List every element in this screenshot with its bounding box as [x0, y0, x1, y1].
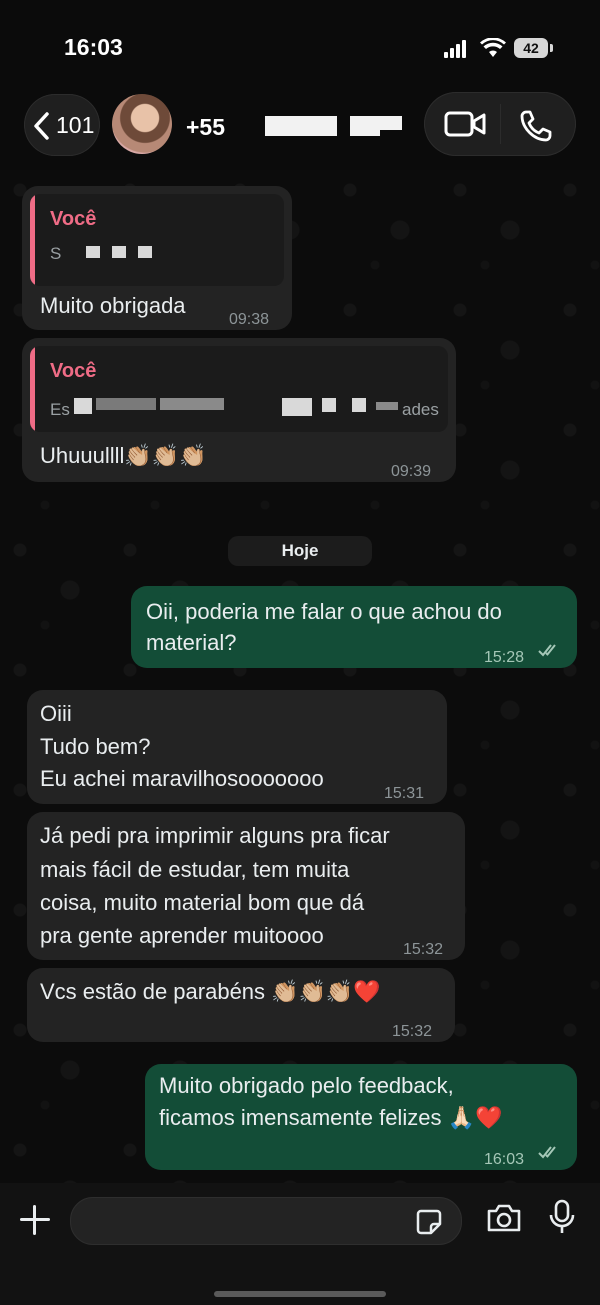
- attach-plus-icon[interactable]: [18, 1203, 52, 1237]
- read-receipt-icon: [538, 644, 556, 657]
- avatar[interactable]: [112, 94, 172, 154]
- message-time: 15:31: [384, 785, 425, 802]
- redacted-block: [138, 246, 152, 258]
- message-line: ficamos imensamente felizes 🙏🏻❤️: [159, 1105, 503, 1130]
- contact-name[interactable]: +55: [186, 114, 225, 141]
- redacted-block: [74, 398, 92, 414]
- status-bar: 16:03 42: [0, 0, 600, 95]
- redacted-block: [350, 116, 380, 136]
- message-line: Eu achei maravilhosooooooo: [40, 766, 324, 791]
- message-line: Tudo bem?: [40, 734, 151, 759]
- call-actions: [424, 92, 576, 156]
- quote-author: Você: [50, 360, 97, 382]
- message-input-container: [70, 1197, 462, 1245]
- status-time: 16:03: [64, 34, 123, 60]
- redacted-block: [282, 398, 312, 416]
- message-line: Muito obrigado pelo feedback,: [159, 1073, 454, 1098]
- video-camera-icon: [444, 111, 486, 137]
- read-receipt-icon: [538, 1146, 556, 1159]
- redacted-block: [96, 398, 156, 410]
- redacted-block: [112, 246, 126, 258]
- message-time: 15:32: [403, 941, 444, 958]
- message-bubble-incoming[interactable]: Você S Muito obrigada 09:38: [22, 186, 292, 330]
- message-time: 16:03: [484, 1151, 525, 1168]
- redacted-block: [86, 246, 100, 258]
- redacted-block: [322, 398, 336, 412]
- camera-icon[interactable]: [486, 1203, 522, 1233]
- message-time: 09:39: [391, 463, 432, 480]
- cellular-signal-icon: [444, 40, 470, 58]
- quoted-reply[interactable]: Você Es ades: [30, 346, 448, 432]
- message-text: Uhuuullll👏🏼👏🏼👏🏼: [40, 443, 207, 468]
- message-line: coisa, muito material bom que dá: [40, 890, 365, 915]
- message-bubble-incoming[interactable]: Oiii Tudo bem? Eu achei maravilhosoooooo…: [27, 690, 447, 804]
- chevron-left-icon: [34, 112, 49, 140]
- date-separator: Hoje: [228, 536, 372, 566]
- composer-bar: [0, 1183, 600, 1305]
- redacted-block: [160, 398, 224, 410]
- phone-icon: [520, 110, 552, 142]
- redacted-block: [265, 116, 337, 136]
- home-indicator: [214, 1291, 386, 1297]
- message-line: mais fácil de estudar, tem muita: [40, 857, 350, 882]
- quote-text: S: [50, 244, 62, 263]
- battery-tip: [550, 44, 553, 52]
- quote-text: Es: [50, 400, 70, 419]
- redacted-block: [352, 398, 366, 412]
- back-button[interactable]: 101: [24, 94, 100, 156]
- message-bubble-incoming[interactable]: Você Es ades Uhuuullll👏🏼👏🏼👏🏼 09:39: [22, 338, 456, 482]
- message-line: material?: [146, 630, 237, 655]
- message-time: 15:32: [392, 1023, 433, 1040]
- redacted-block: [376, 402, 398, 410]
- message-text: Muito obrigada: [40, 293, 186, 318]
- message-line: Já pedi pra imprimir alguns pra ficar: [40, 823, 390, 848]
- quote-accent-bar: [30, 194, 35, 286]
- message-bubble-outgoing[interactable]: Oii, poderia me falar o que achou do mat…: [131, 586, 577, 668]
- redacted-block: [380, 116, 402, 130]
- quote-accent-bar: [30, 346, 35, 432]
- message-line: pra gente aprender muitoooo: [40, 923, 324, 948]
- quote-text-tail: ades: [402, 400, 439, 419]
- wifi-icon: [480, 38, 506, 57]
- message-time: 15:28: [484, 649, 525, 666]
- message-text: Vcs estão de parabéns 👏🏼👏🏼👏🏼❤️: [40, 979, 381, 1004]
- quoted-reply[interactable]: Você S: [30, 194, 284, 286]
- message-bubble-outgoing[interactable]: Muito obrigado pelo feedback, ficamos im…: [145, 1064, 577, 1170]
- battery-icon: 42: [514, 38, 548, 58]
- voice-call-button[interactable]: [500, 92, 576, 156]
- unread-count: 101: [56, 112, 95, 138]
- message-input[interactable]: [87, 1206, 411, 1238]
- video-call-button[interactable]: [424, 92, 500, 156]
- message-bubble-incoming[interactable]: Já pedi pra imprimir alguns pra ficar ma…: [27, 812, 465, 960]
- microphone-icon[interactable]: [548, 1199, 576, 1235]
- message-line: Oii, poderia me falar o que achou do: [146, 599, 502, 624]
- chat-header: 101 +55: [0, 92, 600, 162]
- sticker-icon[interactable]: [415, 1208, 443, 1236]
- message-bubble-incoming[interactable]: Vcs estão de parabéns 👏🏼👏🏼👏🏼❤️ 15:32: [27, 968, 455, 1042]
- quote-author: Você: [50, 208, 97, 230]
- message-time: 09:38: [229, 311, 270, 328]
- message-line: Oiii: [40, 701, 72, 726]
